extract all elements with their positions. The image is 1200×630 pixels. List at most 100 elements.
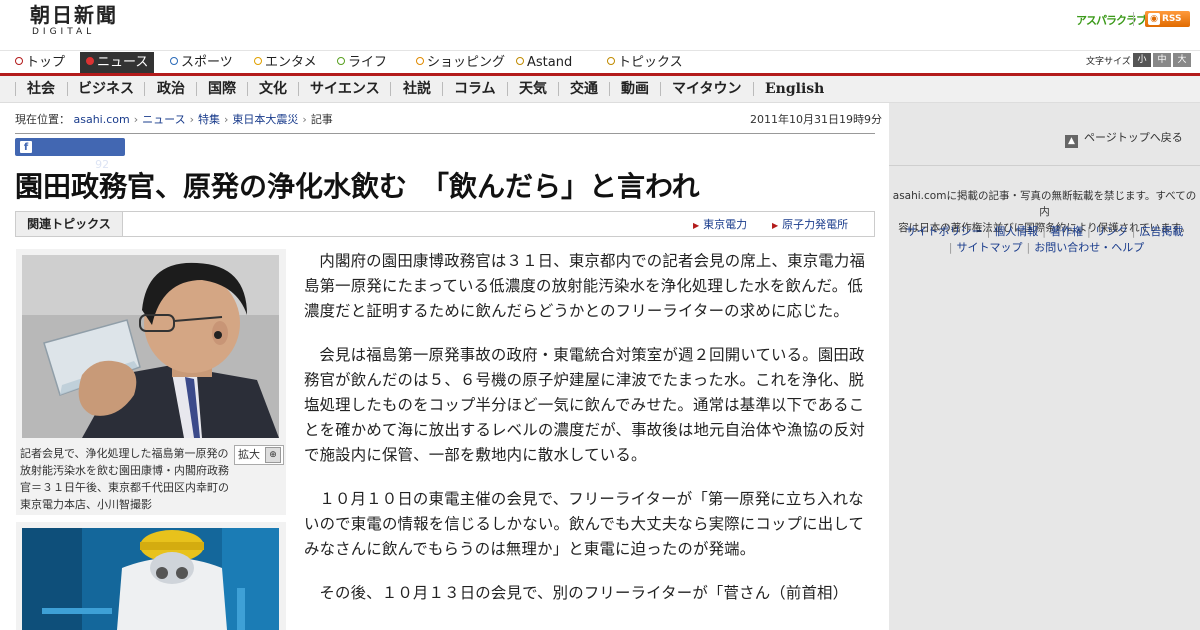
breadcrumb-item-earthquake[interactable]: 東日本大震災	[232, 113, 298, 126]
logo-main: 朝日新聞	[30, 3, 118, 27]
subnav-divider	[390, 82, 391, 96]
subnav-divider	[247, 82, 248, 96]
facebook-recommend-button[interactable]: fRecommend 92	[15, 138, 125, 171]
subnav-item-weather[interactable]: 天気	[519, 80, 547, 98]
rss-button[interactable]: ◉ RSS	[1145, 11, 1190, 27]
triangle-right-icon: ▶	[693, 221, 700, 230]
contact-help-link[interactable]: お問い合わせ・ヘルプ	[1034, 241, 1144, 254]
article-paragraph: １０月１０日の東電主催の会見で、フリーライターが「第一原発に立ち入れないので東電…	[304, 490, 865, 558]
gnav-item-top[interactable]: トップ	[15, 54, 65, 73]
subnav-item-english[interactable]: English	[765, 80, 824, 98]
right-sidebar: ▲ ページトップへ戻る asahi.comに掲載の記事・写真の無断転載を禁じます。…	[889, 103, 1200, 630]
breadcrumb-item-news[interactable]: ニュース	[142, 113, 185, 126]
site-policy-link[interactable]: サイトポリシー	[906, 225, 983, 238]
subnav-item-business[interactable]: ビジネス	[78, 80, 134, 98]
photo-box-1: 記者会見で、浄化処理した福島第一原発の放射能汚染水を飲む園田康博・内閣府政務官＝…	[16, 249, 286, 515]
chevron-right-icon: ›	[302, 113, 307, 126]
bullet-icon	[86, 57, 94, 65]
arrow-up-icon: ▲	[1065, 135, 1078, 148]
asparagus-club-link[interactable]: アスパラクラブ	[1076, 12, 1147, 28]
gnav-item-entame[interactable]: エンタメ	[254, 54, 317, 73]
bullet-icon	[15, 57, 23, 65]
photo-official-drinking	[22, 255, 279, 438]
breadcrumb-item-asahi[interactable]: asahi.com	[74, 113, 130, 126]
subnav-divider	[753, 82, 754, 96]
topic-link-nuclear-plant[interactable]: ▶ 原子力発電所	[772, 216, 848, 232]
gnav-item-sports[interactable]: スポーツ	[170, 54, 233, 73]
gnav-item-astand[interactable]: Astand	[516, 54, 572, 73]
subnav-item-editorial[interactable]: 社説	[403, 80, 431, 98]
bullet-icon	[516, 57, 524, 65]
breadcrumb-divider	[15, 133, 875, 134]
link-policy-link[interactable]: リンク	[1095, 225, 1128, 238]
advertising-link[interactable]: 広告掲載	[1139, 225, 1183, 238]
subnav-item-video[interactable]: 動画	[621, 80, 649, 98]
breadcrumb-item-feature[interactable]: 特集	[198, 113, 220, 126]
photo-worker-protective-suit	[22, 528, 279, 630]
chevron-right-icon: ›	[224, 113, 229, 126]
copyright-link[interactable]: 著作権	[1050, 225, 1083, 238]
fontsize-large-button[interactable]: 大	[1173, 53, 1191, 67]
bullet-icon	[337, 57, 345, 65]
rss-label: RSS	[1162, 14, 1182, 24]
article-headline: 園田政務官、原発の浄化水飲む 「飲んだら」と言われ	[15, 170, 700, 203]
zoom-button[interactable]: 拡大 ⊕	[234, 445, 284, 465]
header-divider	[1133, 12, 1134, 26]
rss-icon: ◉	[1148, 13, 1160, 25]
fontsize-small-button[interactable]: 小	[1133, 53, 1151, 67]
subnav-divider	[144, 82, 145, 96]
privacy-link[interactable]: 個人情報	[994, 225, 1038, 238]
subnav-item-politics[interactable]: 政治	[157, 80, 185, 98]
gnav-item-topics[interactable]: トピックス	[607, 54, 683, 73]
topic-link-tepco[interactable]: ▶ 東京電力	[693, 216, 747, 232]
chevron-right-icon: ›	[133, 113, 139, 126]
fontsize-medium-button[interactable]: 中	[1153, 53, 1171, 67]
subnav-item-science[interactable]: サイエンス	[310, 80, 380, 98]
subnav-divider	[196, 82, 197, 96]
breadcrumb-item-article: 記事	[310, 113, 333, 126]
subnav-divider	[298, 82, 299, 96]
subnav-divider	[67, 82, 68, 96]
bullet-icon	[607, 57, 615, 65]
subnav-item-culture[interactable]: 文化	[259, 80, 287, 98]
bullet-icon	[416, 57, 424, 65]
gnav-item-news[interactable]: ニュース	[80, 52, 155, 73]
bullet-icon	[170, 57, 178, 65]
article-paragraph: 内閣府の園田康博政務官は３１日、東京都内での記者会見の席上、東京電力福島第一原発…	[304, 252, 866, 320]
triangle-right-icon: ▶	[772, 221, 779, 230]
article-date: 2011年10月31日19時9分	[750, 113, 882, 126]
subnav-divider	[609, 82, 610, 96]
article-photo-2[interactable]	[22, 528, 279, 630]
subnav-item-column[interactable]: コラム	[454, 80, 496, 98]
subnav-item-international[interactable]: 国際	[208, 80, 236, 98]
subnav-item-society[interactable]: 社会	[27, 80, 55, 98]
article-body: 内閣府の園田康博政務官は３１日、東京都内での記者会見の席上、東京電力福島第一原発…	[304, 249, 866, 625]
breadcrumb: 現在位置： asahi.com › ニュース › 特集 › 東日本大震災 › 記事	[15, 111, 333, 127]
subnav-divider	[507, 82, 508, 96]
magnifier-icon: ⊕	[265, 447, 281, 463]
sitemap-link[interactable]: サイトマップ	[957, 241, 1023, 254]
page-top-link[interactable]: ▲ ページトップへ戻る	[1065, 129, 1183, 148]
photo-box-2	[16, 522, 286, 630]
sub-nav: 社会 ビジネス 政治 国際 文化 サイエンス 社説 コラム 天気 交通 動画 マ…	[0, 76, 1200, 103]
related-topics-bar: 関連トピックス ▶ 東京電力 ▶ 原子力発電所	[15, 211, 875, 237]
subnav-divider	[15, 82, 16, 96]
related-topics-label: 関連トピックス	[16, 212, 123, 236]
breadcrumb-label: 現在位置：	[15, 113, 70, 126]
logo-sub: DIGITAL	[32, 27, 96, 37]
asahi-logo[interactable]: 朝日新聞 DIGITAL	[30, 4, 120, 38]
subnav-divider	[442, 82, 443, 96]
article-photo-1[interactable]	[22, 255, 279, 438]
subnav-divider	[558, 82, 559, 96]
global-nav: トップ ニュース スポーツ エンタメ ライフ ショッピング Astand トピッ…	[0, 51, 1200, 76]
fontsize-label: 文字サイズ	[1086, 57, 1131, 67]
subnav-divider	[660, 82, 661, 96]
subnav-item-traffic[interactable]: 交通	[570, 80, 598, 98]
gnav-item-life[interactable]: ライフ	[337, 54, 387, 73]
bullet-icon	[254, 57, 262, 65]
facebook-icon: f	[20, 141, 32, 153]
subnav-item-mytown[interactable]: マイタウン	[672, 80, 741, 98]
gnav-item-shopping[interactable]: ショッピング	[416, 54, 505, 73]
footer-links: サイトポリシー | 個人情報 | 著作権 | リンク | 広告掲載 | サイトマップ | お問い合わせ…	[905, 225, 1184, 254]
chevron-right-icon: ›	[189, 113, 194, 126]
